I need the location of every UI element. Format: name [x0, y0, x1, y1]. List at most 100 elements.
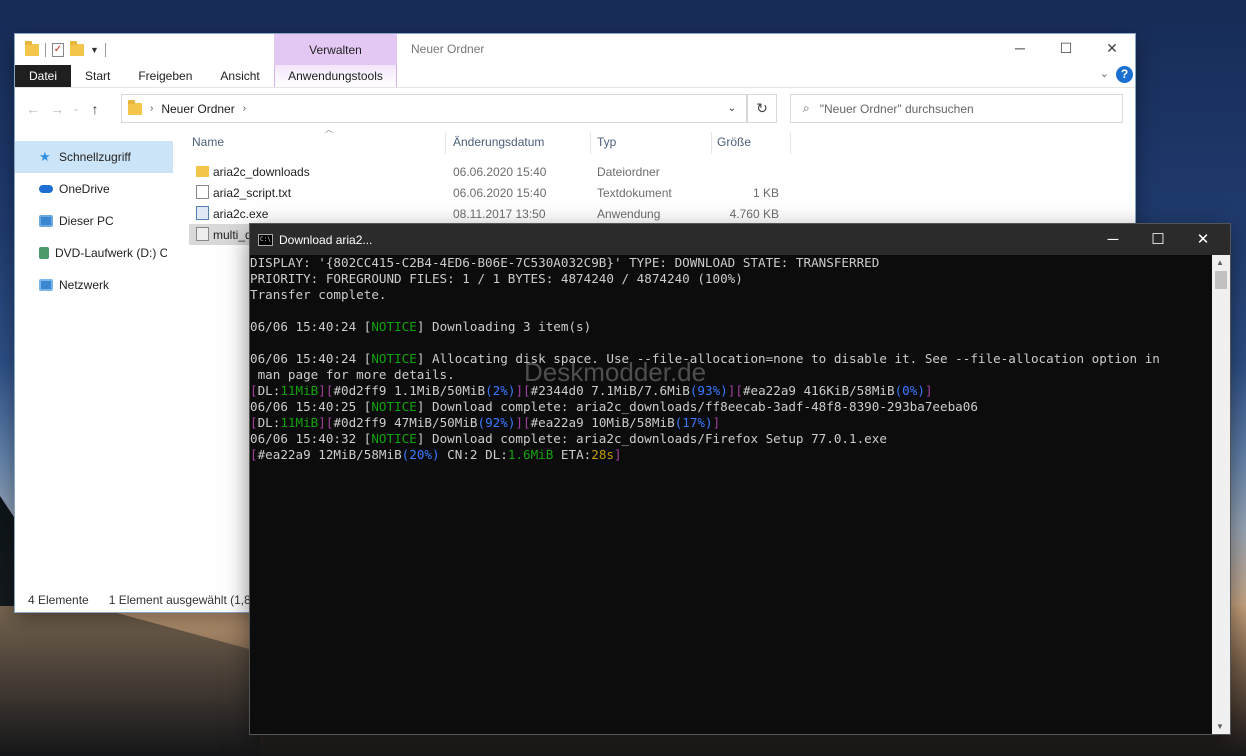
- ribbon-tabs: Datei Start Freigeben Ansicht Anwendungs…: [15, 65, 1135, 87]
- minimize-button[interactable]: ─: [997, 34, 1043, 62]
- sidebar-item-label: Schnellzugriff: [59, 150, 131, 164]
- selection-info: 1 Element ausgewählt (1,84: [108, 593, 258, 607]
- sidebar-item-onedrive[interactable]: OneDrive: [15, 173, 173, 205]
- console-text: [: [250, 447, 258, 462]
- close-button[interactable]: ✕: [1089, 34, 1135, 62]
- console-text: ][: [318, 415, 334, 430]
- search-icon: ⌕: [803, 101, 810, 115]
- console-line: [DL:11MiB][#0d2ff9 1.1MiB/50MiB(2%)][#23…: [250, 383, 1212, 399]
- console-text: NOTICE: [371, 431, 417, 446]
- console-text: (92%): [477, 415, 516, 430]
- tab-anwendungstools[interactable]: Anwendungstools: [274, 65, 397, 87]
- scroll-up-icon[interactable]: ▲: [1216, 258, 1224, 267]
- file-row[interactable]: aria2_script.txt 06.06.2020 15:40 Textdo…: [189, 182, 789, 203]
- console-close-button[interactable]: ✕: [1180, 224, 1226, 255]
- sidebar-item-label: OneDrive: [59, 182, 110, 196]
- tab-start[interactable]: Start: [71, 65, 124, 87]
- recent-dropdown-icon[interactable]: ⌄: [69, 103, 83, 114]
- console-text: #ea22a9 12MiB/58MiB: [257, 447, 402, 462]
- address-bar[interactable]: › Neuer Ordner › ⌄: [121, 94, 747, 123]
- customize-dropdown-icon[interactable]: ▼: [90, 45, 99, 55]
- console-maximize-button[interactable]: ☐: [1135, 224, 1181, 255]
- refresh-button[interactable]: ↻: [747, 94, 777, 123]
- file-name: aria2_script.txt: [213, 186, 292, 200]
- console-text: #0d2ff9 47MiB/50MiB: [333, 415, 478, 430]
- console-text: NOTICE: [371, 399, 417, 414]
- sidebar-item-netzwerk[interactable]: Netzwerk: [15, 269, 173, 301]
- console-text: ][: [515, 415, 531, 430]
- console-text: #0d2ff9 1.1MiB/50MiB: [333, 383, 486, 398]
- column-divider[interactable]: [445, 132, 446, 154]
- tab-datei[interactable]: Datei: [15, 65, 71, 87]
- console-minimize-button[interactable]: ─: [1090, 224, 1136, 255]
- console-output[interactable]: DISPLAY: '{802CC415-C2B4-4ED6-B06E-7C530…: [250, 255, 1212, 734]
- console-line: 06/06 15:40:24 [NOTICE] Downloading 3 it…: [250, 319, 1212, 335]
- console-text: #ea22a9 416KiB/58MiB: [742, 383, 895, 398]
- navigation-bar: ← → ⌄ ↑ › Neuer Ordner › ⌄ ↻ ⌕ "Neuer Or…: [15, 87, 1135, 129]
- console-text: PRIORITY: FOREGROUND FILES: 1 / 1 BYTES:…: [250, 271, 743, 286]
- console-text: NOTICE: [371, 319, 417, 334]
- file-type: Textdokument: [597, 186, 672, 200]
- file-row[interactable]: aria2c_downloads 06.06.2020 15:40 Dateio…: [189, 161, 789, 182]
- console-text: [: [250, 415, 258, 430]
- console-text: (17%): [674, 415, 713, 430]
- scrollbar-thumb[interactable]: [1215, 271, 1227, 289]
- column-name[interactable]: Name: [192, 135, 224, 149]
- breadcrumb-chevron-icon[interactable]: ›: [150, 103, 153, 114]
- console-text: 06/06 15:40:24 [: [250, 351, 372, 366]
- new-folder-icon[interactable]: [70, 40, 84, 56]
- column-headers: ︿ Name Änderungsdatum Typ Größe: [185, 125, 795, 154]
- up-icon[interactable]: ↑: [83, 101, 107, 117]
- column-divider[interactable]: [590, 132, 591, 154]
- tab-ansicht[interactable]: Ansicht: [206, 65, 273, 87]
- column-size[interactable]: Größe: [717, 135, 751, 149]
- column-divider[interactable]: [711, 132, 712, 154]
- console-text: ]: [614, 447, 622, 462]
- properties-icon[interactable]: ✓: [52, 42, 64, 57]
- column-divider[interactable]: [790, 132, 791, 154]
- tab-freigeben[interactable]: Freigeben: [124, 65, 206, 87]
- console-text: (2%): [485, 383, 516, 398]
- console-title: Download aria2...: [279, 232, 373, 247]
- sidebar-item-dvd[interactable]: DVD-Laufwerk (D:) CC: [15, 237, 173, 269]
- breadcrumb-folder[interactable]: Neuer Ordner: [161, 102, 234, 116]
- file-date: 06.06.2020 15:40: [453, 186, 547, 200]
- explorer-titlebar: ✓ ▼ Verwalten Neuer Ordner ─ ☐ ✕: [15, 34, 1135, 65]
- exe-icon: [196, 206, 209, 220]
- maximize-button[interactable]: ☐: [1043, 34, 1089, 62]
- console-text: 06/06 15:40:32 [: [250, 431, 372, 446]
- address-dropdown-icon[interactable]: ⌄: [728, 103, 736, 114]
- sidebar-item-dieser-pc[interactable]: Dieser PC: [15, 205, 173, 237]
- console-text: ] Allocating disk space. Use --file-allo…: [416, 351, 1160, 366]
- console-text: man page for more details.: [250, 367, 455, 382]
- console-text: 11MiB: [280, 383, 319, 398]
- monitor-icon: [39, 215, 53, 227]
- help-icon[interactable]: ?: [1116, 66, 1133, 83]
- column-date[interactable]: Änderungsdatum: [453, 135, 544, 149]
- text-file-icon: [196, 185, 209, 199]
- console-text: 06/06 15:40:24 [: [250, 319, 372, 334]
- console-text: 11MiB: [280, 415, 319, 430]
- console-text: 06/06 15:40:25 [: [250, 399, 372, 414]
- file-row[interactable]: aria2c.exe 08.11.2017 13:50 Anwendung 4.…: [189, 203, 789, 224]
- console-text: ETA:: [553, 447, 592, 462]
- forward-icon[interactable]: →: [45, 101, 69, 117]
- console-scrollbar[interactable]: ▲ ▼: [1212, 255, 1230, 734]
- file-name: aria2c_downloads: [213, 165, 310, 179]
- script-icon: [196, 227, 209, 241]
- console-text: ]: [712, 415, 721, 430]
- sidebar-item-schnellzugriff[interactable]: ★ Schnellzugriff: [15, 141, 173, 173]
- scroll-down-icon[interactable]: ▼: [1216, 722, 1224, 731]
- file-date: 06.06.2020 15:40: [453, 165, 547, 179]
- expand-ribbon-icon[interactable]: ⌄: [1100, 67, 1109, 80]
- console-line: [DL:11MiB][#0d2ff9 47MiB/50MiB(92%)][#ea…: [250, 415, 1212, 431]
- sidebar-item-label: Netzwerk: [59, 278, 110, 292]
- breadcrumb-chevron-icon[interactable]: ›: [243, 103, 246, 114]
- contextual-group-label: Verwalten: [274, 34, 397, 65]
- column-type[interactable]: Typ: [597, 135, 616, 149]
- back-icon[interactable]: ←: [21, 101, 45, 117]
- file-type: Dateiordner: [597, 165, 660, 179]
- search-input[interactable]: ⌕ "Neuer Ordner" durchsuchen: [790, 94, 1123, 123]
